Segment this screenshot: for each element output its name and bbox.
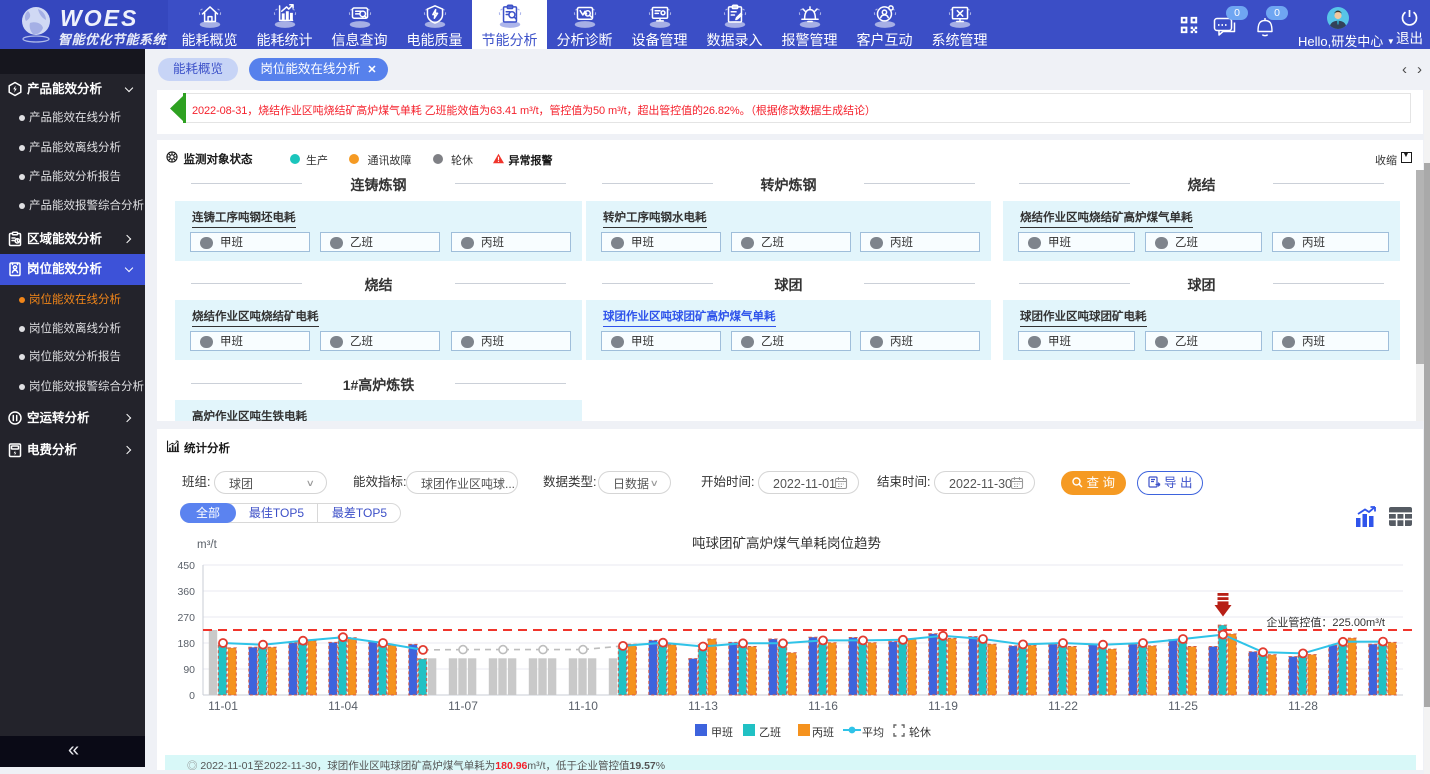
svg-text:11-13: 11-13 <box>688 699 718 713</box>
svg-text:11-10: 11-10 <box>568 699 598 713</box>
svg-text:90: 90 <box>183 664 195 676</box>
svg-text:0: 0 <box>189 690 195 702</box>
svg-text:450: 450 <box>177 560 195 572</box>
svg-text:270: 270 <box>177 612 195 624</box>
svg-text:11-25: 11-25 <box>1168 699 1198 713</box>
svg-text:11-16: 11-16 <box>808 699 838 713</box>
svg-text:11-07: 11-07 <box>448 699 478 713</box>
svg-text:11-01: 11-01 <box>208 699 238 713</box>
svg-text:11-28: 11-28 <box>1288 699 1318 713</box>
svg-text:11-19: 11-19 <box>928 699 958 713</box>
svg-text:180: 180 <box>177 638 195 650</box>
svg-text:企业管控值：225.00m³/t: 企业管控值：225.00m³/t <box>1266 615 1385 629</box>
svg-text:11-04: 11-04 <box>328 699 358 713</box>
svg-text:11-22: 11-22 <box>1048 699 1078 713</box>
svg-text:360: 360 <box>177 586 195 598</box>
